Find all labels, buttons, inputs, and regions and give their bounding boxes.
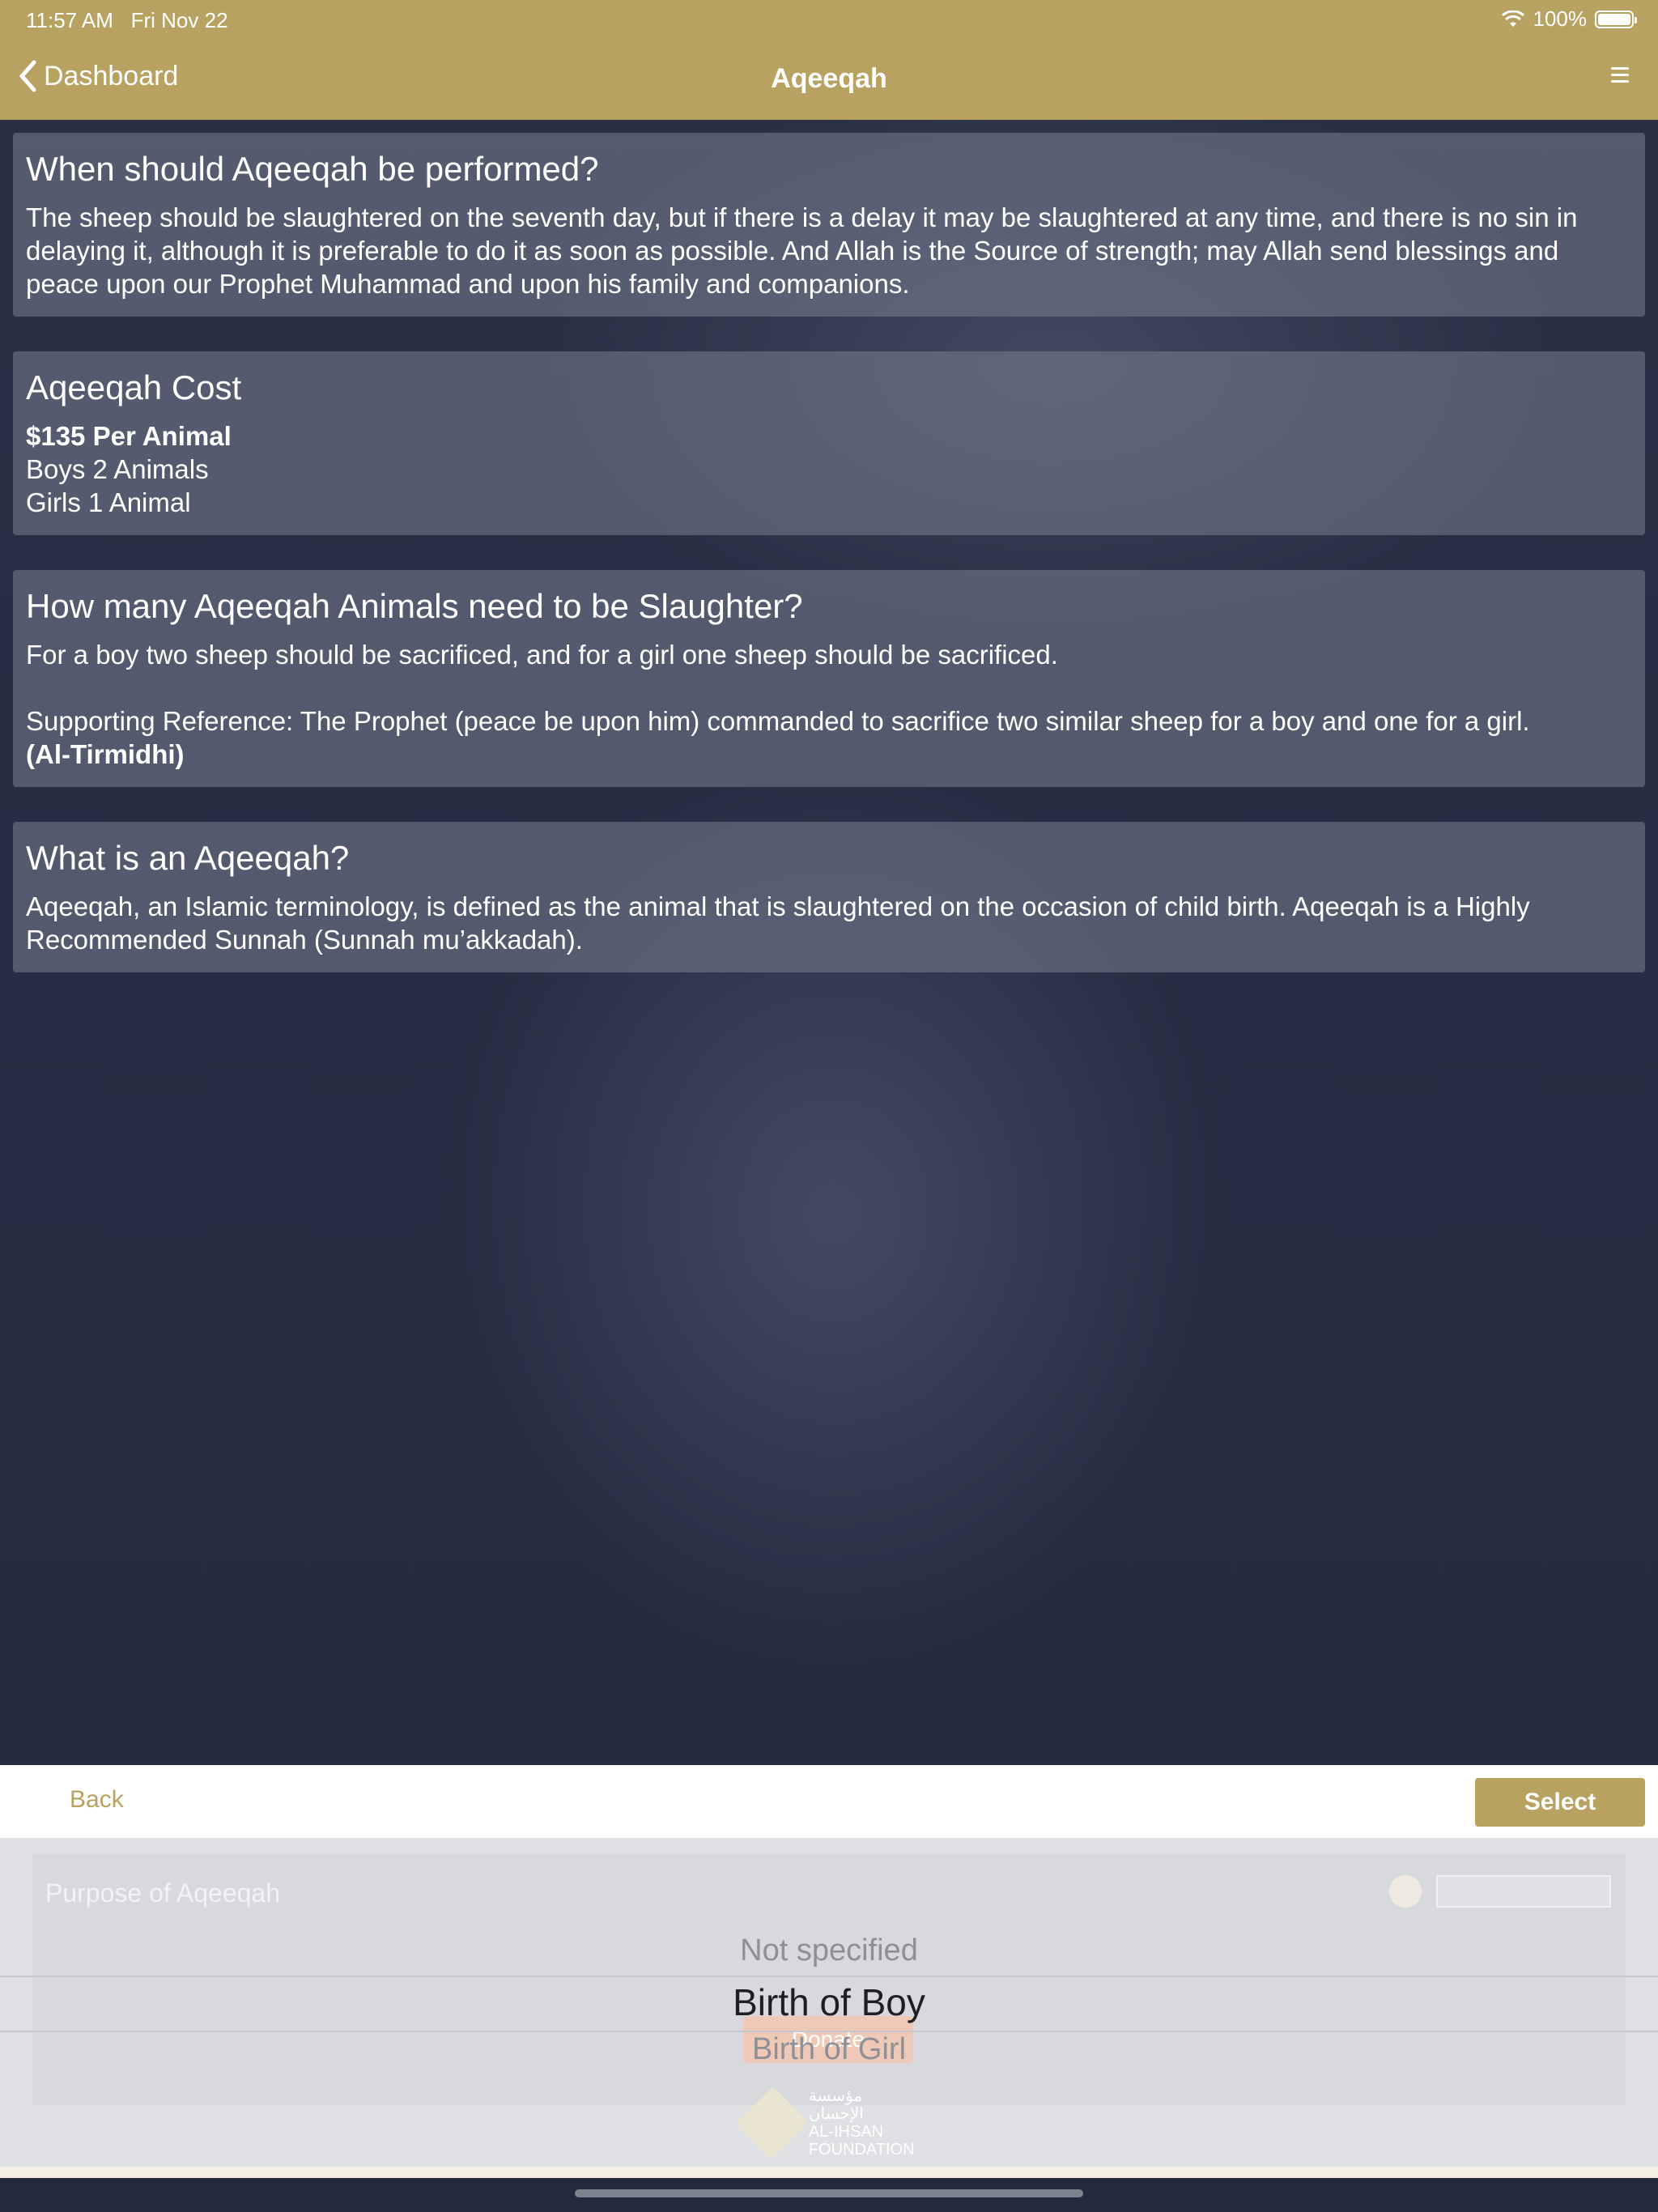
reference-text: Supporting Reference: The Prophet (peace… [26, 706, 1530, 737]
footer-strip [0, 2167, 1658, 2178]
picker-back-button[interactable]: Back [70, 1786, 124, 1814]
card-title: When should Aqeeqah be performed? [26, 150, 599, 188]
picker-selection-line-top [0, 1976, 1658, 1977]
card-title: What is an Aqeeqah? [26, 839, 350, 877]
card-how-many-animals: How many Aqeeqah Animals need to be Slau… [13, 570, 1645, 788]
amount-field [1436, 1875, 1611, 1908]
radio-icon [1389, 1875, 1422, 1908]
battery-icon [1595, 10, 1637, 28]
price-text: $135 Per Animal [26, 421, 232, 452]
status-time: 11:57 AM Fri Nov 22 [26, 8, 228, 32]
reference-source: (Al-Tirmidhi) [26, 739, 185, 770]
picker-option-birth-of-boy[interactable]: Birth of Boy [0, 1980, 1658, 2024]
card-body: For a boy two sheep should be sacrificed… [26, 640, 1058, 670]
picker-select-button[interactable]: Select [1475, 1778, 1645, 1827]
card-title: How many Aqeeqah Animals need to be Slau… [26, 587, 803, 625]
al-ihsan-logo: مؤسسة الإحسان AL-IHSAN FOUNDATION [734, 2086, 916, 2160]
card-what-is-aqeeqah: What is an Aqeeqah? Aqeeqah, an Islamic … [13, 822, 1645, 973]
top-bar: 11:57 AM Fri Nov 22 100% Dashboard Aqeeq… [0, 0, 1658, 120]
menu-icon[interactable] [1606, 63, 1634, 91]
purpose-label: Purpose of Aqeeqah [45, 1878, 281, 1908]
picker-option-not-specified[interactable]: Not specified [0, 1933, 1658, 1968]
card-when-performed: When should Aqeeqah be performed? The sh… [13, 133, 1645, 317]
home-indicator[interactable] [575, 2189, 1083, 2197]
card-body: Aqeeqah, an Islamic terminology, is defi… [26, 891, 1530, 955]
page-title: Aqeeqah [771, 63, 887, 94]
picker-option-birth-of-girl[interactable]: Birth of Girl [0, 2032, 1658, 2067]
battery-percent: 100% [1533, 6, 1588, 31]
girls-animals-text: Girls 1 Animal [26, 487, 191, 518]
card-body: The sheep should be slaughtered on the s… [26, 202, 1578, 300]
card-aqeeqah-cost: Aqeeqah Cost $135 Per Animal Boys 2 Anim… [13, 351, 1645, 536]
status-indicators: 100% [1501, 6, 1637, 32]
logo-mark-icon [734, 2086, 809, 2160]
card-title: Aqeeqah Cost [26, 368, 242, 406]
wifi-icon [1501, 10, 1524, 27]
picker-toolbar: Back Select [0, 1765, 1658, 1838]
boys-animals-text: Boys 2 Animals [26, 454, 209, 485]
purpose-picker[interactable]: Purpose of Aqeeqah Donate مؤسسة الإحسان … [0, 1838, 1658, 2167]
